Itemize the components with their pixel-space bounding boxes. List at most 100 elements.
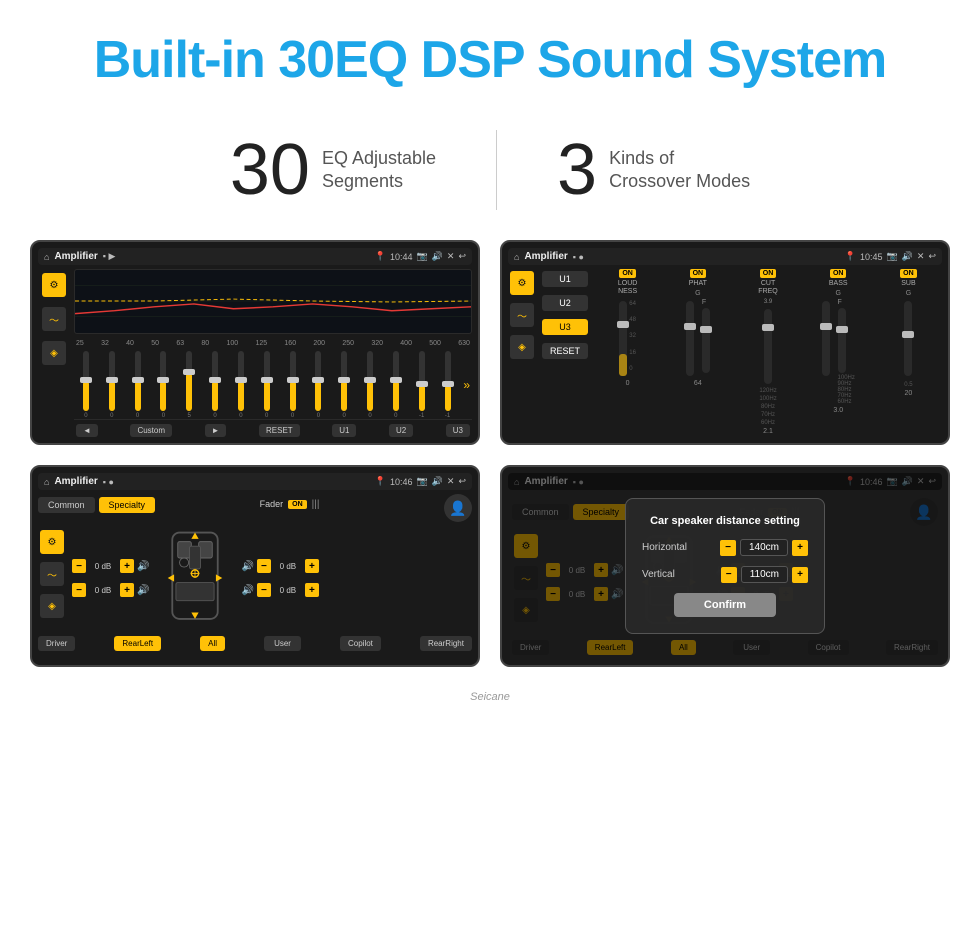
slider-3[interactable]: 0 [126, 351, 150, 419]
spec-vol-icon[interactable]: ◈ [40, 594, 64, 618]
dsp-preset-u3[interactable]: U3 [542, 319, 588, 335]
phat-value: 64 [694, 380, 702, 387]
slider-12[interactable]: 0 [358, 351, 382, 419]
sp-rl-minus[interactable]: − [72, 583, 86, 597]
slider-7[interactable]: 0 [229, 351, 253, 419]
spec-eq-icon[interactable]: ⚙ [40, 530, 64, 554]
copilot-btn[interactable]: Copilot [340, 636, 381, 651]
back-icon-2: ↩ [928, 251, 936, 262]
sp-fl-minus[interactable]: − [72, 559, 86, 573]
car-svg [160, 528, 230, 628]
slider-11[interactable]: 0 [332, 351, 356, 419]
eq-vol-icon[interactable]: ◈ [42, 341, 66, 365]
loudness-freq-marks: 64 48 32 16 0 [629, 299, 636, 374]
bass-name: BASS [829, 280, 848, 288]
location-icon-3: 📍 [375, 476, 386, 487]
sp-fr-db: 0 dB [274, 562, 302, 571]
cutfreq-slider[interactable] [764, 309, 772, 384]
horizontal-controls: − 140cm + [720, 539, 808, 556]
horizontal-plus-btn[interactable]: + [792, 540, 808, 556]
sp-rl-icon: 🔊 [137, 585, 149, 596]
slider-1[interactable]: 0 [74, 351, 98, 419]
dsp-preset-u1[interactable]: U1 [542, 271, 588, 287]
screen3-time: 10:46 [390, 477, 413, 487]
tab-specialty[interactable]: Specialty [99, 497, 156, 513]
dsp-eq-icon[interactable]: ⚙ [510, 271, 534, 295]
vertical-plus-btn[interactable]: + [792, 567, 808, 583]
bass-value: 3.0 [833, 407, 843, 414]
dsp-wave-icon[interactable]: 〜 [510, 303, 534, 327]
sp-fl-plus[interactable]: + [120, 559, 134, 573]
eq-u2-btn[interactable]: U2 [389, 424, 413, 437]
slider-6[interactable]: 0 [203, 351, 227, 419]
spec-wave-icon[interactable]: 〜 [40, 562, 64, 586]
cutfreq-name: CUTFREQ [758, 280, 777, 297]
eq-u3-btn[interactable]: U3 [446, 424, 470, 437]
volume-icon-2: 🔊 [902, 251, 913, 262]
eq1-sidebar: ⚙ 〜 ◈ [38, 269, 70, 437]
vertical-minus-btn[interactable]: − [721, 567, 737, 583]
phat-g-slider[interactable] [686, 301, 694, 376]
dsp-preset-u2[interactable]: U2 [542, 295, 588, 311]
screen2-topbar: ⌂ Amplifier ▪ ● 📍 10:45 📷 🔊 ✕ ↩ [508, 248, 942, 265]
home-icon-3: ⌂ [44, 477, 49, 487]
user-avatar-icon: 👤 [444, 494, 472, 522]
eq-prev-btn[interactable]: ◄ [76, 424, 98, 437]
sp-fl-icon: 🔊 [137, 561, 149, 572]
slider-2[interactable]: 0 [100, 351, 124, 419]
tab-common[interactable]: Common [38, 497, 95, 513]
slider-5[interactable]: 5 [177, 351, 201, 419]
screen1-time: 10:44 [390, 252, 413, 262]
slider-9[interactable]: 0 [281, 351, 305, 419]
dialog-horizontal-row: Horizontal − 140cm + [642, 539, 808, 556]
horizontal-value: 140cm [740, 539, 788, 556]
stat-eq: 30 EQ Adjustable Segments [230, 134, 436, 206]
eq-next-btn[interactable]: ► [205, 424, 227, 437]
loudness-slider[interactable] [619, 301, 627, 376]
sp-rr-plus[interactable]: + [305, 583, 319, 597]
sp-fr-minus[interactable]: − [257, 559, 271, 573]
horizontal-minus-btn[interactable]: − [720, 540, 736, 556]
slider-4[interactable]: 0 [151, 351, 175, 419]
eq-preset-btn[interactable]: Custom [130, 424, 172, 437]
home-icon-2: ⌂ [514, 252, 519, 262]
sub-slider[interactable] [904, 301, 912, 376]
sp-fr-plus[interactable]: + [305, 559, 319, 573]
rearleft-btn[interactable]: RearLeft [114, 636, 161, 651]
volume-icon-4: 🔊 [902, 476, 913, 487]
phat-f-label: F [702, 299, 710, 306]
volume-icon: 🔊 [432, 251, 443, 262]
camera-icon-2: 📷 [886, 251, 897, 262]
eq-wave-icon[interactable]: 〜 [42, 307, 66, 331]
spec-sidebar-icons: ⚙ 〜 ◈ [38, 528, 66, 628]
dsp-vol-icon[interactable]: ◈ [510, 335, 534, 359]
eq-u1-btn[interactable]: U1 [332, 424, 356, 437]
screen1-app-icons: ▪ ▶ [103, 251, 116, 262]
screen1-title: Amplifier [54, 251, 97, 262]
sp-rr-minus[interactable]: − [257, 583, 271, 597]
screen4-topbar: ⌂ Amplifier ▪ ● 📍 10:46 📷 🔊 ✕ ↩ [508, 473, 942, 490]
close-icon: ✕ [447, 251, 455, 262]
stat-eq-label: EQ Adjustable Segments [322, 147, 436, 194]
slider-13[interactable]: 0 [384, 351, 408, 419]
tab4-common: Common [512, 504, 569, 520]
bass-f-slider[interactable] [838, 308, 846, 373]
location-icon: 📍 [375, 251, 386, 262]
all-btn[interactable]: All [200, 636, 225, 651]
slider-8[interactable]: 0 [255, 351, 279, 419]
rearright-btn[interactable]: RearRight [420, 636, 472, 651]
user-btn[interactable]: User [264, 636, 301, 651]
eq-reset-btn[interactable]: RESET [259, 424, 300, 437]
dsp2-sidebar-icons: ⚙ 〜 ◈ [508, 269, 536, 435]
confirm-button[interactable]: Confirm [674, 593, 776, 617]
slider-10[interactable]: 0 [306, 351, 330, 419]
eq-eq-icon[interactable]: ⚙ [42, 273, 66, 297]
sp-rl-plus[interactable]: + [120, 583, 134, 597]
driver-btn[interactable]: Driver [38, 636, 75, 651]
bass-g-slider[interactable] [822, 301, 830, 376]
slider-14[interactable]: -1 [410, 351, 434, 419]
phat-f-slider[interactable] [702, 308, 710, 373]
eq-sliders-row: 0 0 0 0 [74, 351, 472, 419]
slider-15[interactable]: -1 [436, 351, 460, 419]
dsp-reset-btn[interactable]: RESET [542, 343, 588, 359]
